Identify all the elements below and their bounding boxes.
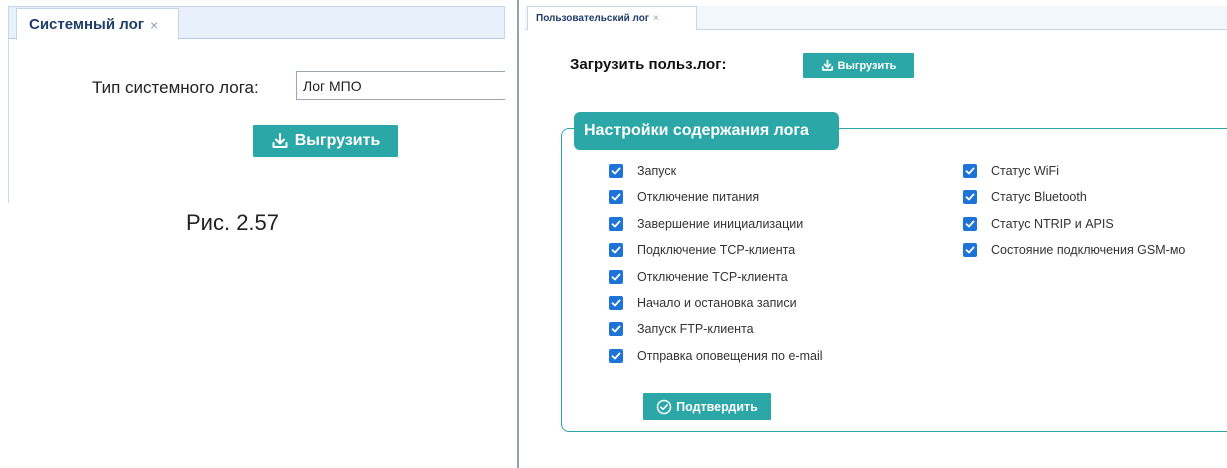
log-option-label: Статус Bluetooth (991, 190, 1087, 205)
download-icon (821, 59, 833, 71)
system-log-type-label: Тип системного лога: (92, 78, 259, 97)
log-option-label: Начало и остановка записи (637, 296, 797, 310)
checkmark-icon (611, 325, 621, 333)
log-option-label: Подключение TCP-клиента (637, 243, 796, 258)
log-option-row[interactable]: Отключение TCP-клиента (609, 267, 788, 287)
checkmark-icon (965, 220, 975, 228)
checkmark-icon (965, 167, 975, 175)
checkmark-icon (965, 193, 975, 201)
checkmark-icon (965, 246, 975, 254)
user-log-export-button[interactable]: Выгрузить (803, 53, 914, 78)
confirm-label: Подтвердить (676, 399, 758, 414)
user-log-export-label: Выгрузить (837, 59, 897, 72)
tab-user-log-close-icon[interactable]: × (653, 13, 659, 24)
log-option-label: Запуск FTP-клиента (637, 322, 754, 337)
checkmark-icon (611, 220, 621, 228)
system-log-export-label: Выгрузить (294, 132, 381, 149)
log-option-row[interactable]: Состояние подключения GSM-мо (963, 240, 1185, 260)
log-option-label: Статус WiFi (991, 164, 1059, 178)
log-option-row[interactable]: Статус NTRIP и APIS (963, 214, 1114, 234)
log-option-row[interactable]: Статус Bluetooth (963, 187, 1087, 207)
checkmark-icon (611, 246, 621, 254)
figure-caption: Рис. 2.57 (186, 210, 280, 235)
download-icon (272, 133, 288, 148)
checkbox[interactable] (609, 243, 623, 258)
log-option-row[interactable]: Отправка оповещения по e-mail (609, 346, 823, 366)
checkmark-icon (611, 352, 621, 360)
checkbox[interactable] (609, 348, 623, 363)
log-option-label: Статус NTRIP и APIS (991, 216, 1114, 231)
system-log-export-button[interactable]: Выгрузить (253, 125, 398, 157)
checkmark-icon (611, 193, 621, 201)
log-option-label: Отправка оповещения по e-mail (637, 348, 823, 363)
check-circle-icon (656, 399, 672, 414)
log-option-label: Завершение инициализации (637, 216, 804, 231)
log-option-row[interactable]: Начало и остановка записи (609, 293, 797, 313)
confirm-button[interactable]: Подтвердить (643, 393, 771, 420)
checkbox[interactable] (963, 164, 977, 178)
log-option-label: Запуск (637, 164, 677, 178)
log-option-row[interactable]: Завершение инициализации (609, 214, 803, 234)
checkbox[interactable] (609, 269, 623, 284)
checkmark-icon (611, 167, 621, 175)
checkmark-icon (611, 299, 621, 307)
log-option-label: Отключение TCP-клиента (637, 269, 788, 284)
user-log-load-label: Загрузить польз.лог: (570, 56, 727, 73)
tab-system-log-close-icon[interactable]: × (150, 17, 158, 33)
tab-user-log-label: Пользовательский лог (536, 13, 650, 24)
checkbox[interactable] (609, 296, 623, 310)
log-option-row[interactable]: Отключение питания (609, 187, 759, 207)
checkbox[interactable] (963, 190, 977, 205)
log-option-row[interactable]: Запуск (609, 161, 676, 181)
log-option-row[interactable]: Статус WiFi (963, 161, 1059, 181)
tab-system-log[interactable]: Системный лог × (16, 8, 179, 40)
log-option-row[interactable]: Подключение TCP-клиента (609, 240, 795, 260)
checkbox[interactable] (963, 243, 977, 258)
log-settings-title: Настройки содержания лога (574, 112, 839, 150)
log-option-label: Отключение питания (637, 190, 760, 205)
checkmark-icon (611, 273, 621, 280)
system-log-type-value: Лог МПО (303, 77, 362, 94)
panel-divider (517, 0, 519, 468)
system-log-type-select[interactable]: Лог МПО (296, 71, 505, 100)
system-log-body (8, 39, 505, 203)
log-option-row[interactable]: Запуск FTP-клиента (609, 319, 754, 339)
tab-system-log-label: Системный лог (29, 16, 144, 33)
tab-user-log[interactable]: Пользовательский лог × (527, 6, 697, 30)
checkbox[interactable] (609, 190, 623, 205)
checkbox[interactable] (609, 216, 623, 231)
log-option-label: Состояние подключения GSM-мо (991, 243, 1186, 258)
checkbox[interactable] (963, 216, 977, 231)
checkbox[interactable] (609, 164, 623, 178)
checkbox[interactable] (609, 322, 623, 337)
